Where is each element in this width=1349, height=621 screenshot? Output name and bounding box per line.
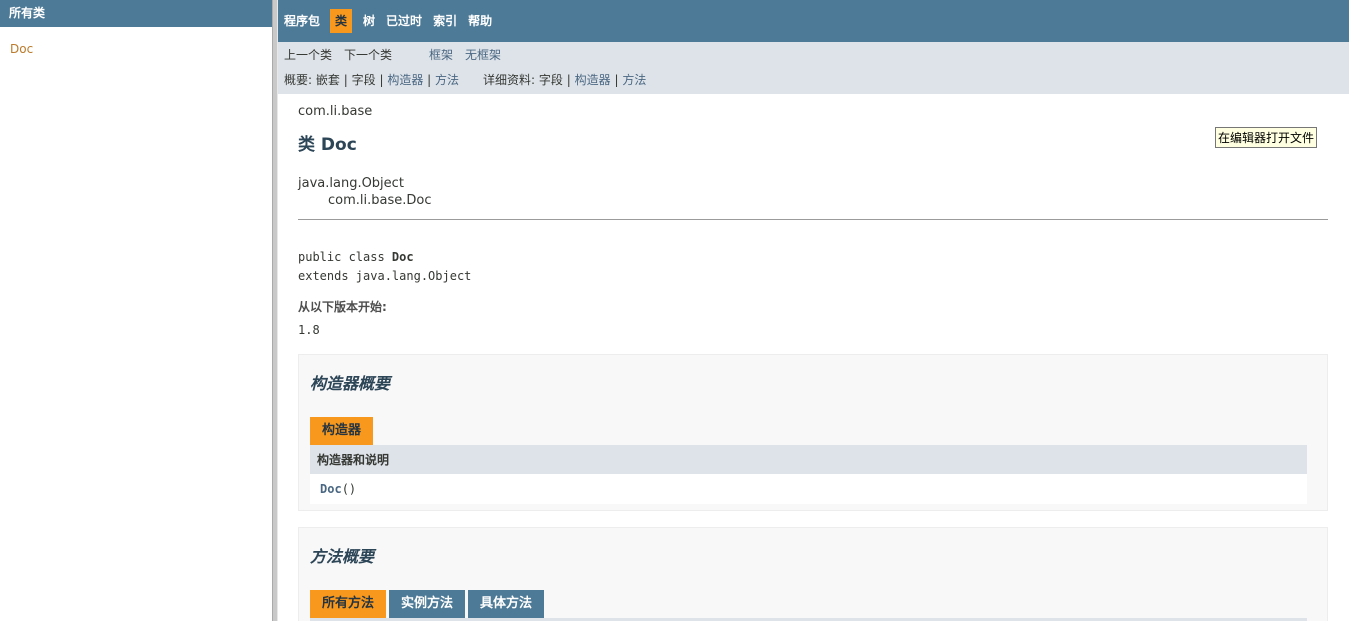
open-in-editor-tooltip: 在编辑器打开文件 xyxy=(1215,127,1318,148)
method-tabs: 所有方法 实例方法 具体方法 xyxy=(310,590,1307,618)
table-row: Doc() xyxy=(310,474,1307,504)
detail-constructor-link[interactable]: 构造器 xyxy=(575,68,611,94)
constructor-summary-heading: 构造器概要 xyxy=(310,374,391,393)
next-class-link[interactable]: 下一个类 xyxy=(344,42,392,68)
sub-nav-row-1: 上一个类 下一个类 框架 无框架 xyxy=(284,42,1349,68)
all-classes-header: 所有类 xyxy=(0,0,272,27)
frames-link[interactable]: 框架 xyxy=(429,42,453,68)
constructor-link-doc[interactable]: Doc xyxy=(320,482,342,496)
class-frame: 程序包 类 树 已过时 索引 帮助 上一个类 下一个类 框架 无框架 概要: 嵌… xyxy=(278,0,1349,621)
constructor-tabs: 构造器 xyxy=(310,417,1307,445)
method-summary-heading: 方法概要 xyxy=(310,547,375,566)
signature-class-name: Doc xyxy=(391,250,414,264)
inheritance-parent: java.lang.Object xyxy=(298,176,404,191)
signature-prefix: public class xyxy=(298,250,392,264)
summary-constructor-link[interactable]: 构造器 xyxy=(387,68,423,94)
page-title: 类 Doc xyxy=(298,135,357,155)
summary-field: 字段 xyxy=(351,73,376,87)
since-label: 从以下版本开始: xyxy=(298,300,387,314)
nav-package[interactable]: 程序包 xyxy=(284,11,320,31)
since-value: 1.8 xyxy=(298,323,320,337)
nav-class[interactable]: 类 xyxy=(330,9,353,33)
detail-label: 详细资料: xyxy=(483,73,536,87)
summary-method-link[interactable]: 方法 xyxy=(435,68,459,94)
package-label: com.li.base xyxy=(298,104,373,119)
nav-deprecated[interactable]: 已过时 xyxy=(386,11,422,31)
prev-class-link[interactable]: 上一个类 xyxy=(284,42,332,68)
nav-help[interactable]: 帮助 xyxy=(468,11,492,31)
summary-nested: 嵌套 xyxy=(315,73,340,87)
nav-tree[interactable]: 树 xyxy=(363,11,375,31)
constructor-summary: 构造器概要 构造器 构造器和说明 Doc() xyxy=(298,354,1328,511)
tab-concrete-methods[interactable]: 具体方法 xyxy=(468,590,545,618)
separator: | xyxy=(427,73,432,87)
constructor-table-header: 构造器和说明 xyxy=(310,445,1307,474)
separator: | xyxy=(343,73,348,87)
summary-label: 概要: xyxy=(284,73,313,87)
top-nav-bar: 程序包 类 树 已过时 索引 帮助 xyxy=(278,0,1349,42)
separator: | xyxy=(566,73,571,87)
signature-extends: extends java.lang.Object xyxy=(298,269,472,283)
class-list: Doc xyxy=(0,27,272,57)
tab-instance-methods[interactable]: 实例方法 xyxy=(389,590,466,618)
sub-nav-bar: 上一个类 下一个类 框架 无框架 概要: 嵌套 | 字段 | 构造器 | 方法 … xyxy=(278,42,1349,94)
constructor-args: () xyxy=(341,482,357,496)
class-link-doc[interactable]: Doc xyxy=(10,42,33,56)
inheritance-tree: java.lang.Object com.li.base.Doc xyxy=(298,175,1329,209)
tab-constructors[interactable]: 构造器 xyxy=(310,417,374,445)
signature-line-1: public class Doc xyxy=(298,248,1329,267)
method-summary: 方法概要 所有方法 实例方法 具体方法 xyxy=(298,527,1328,621)
inheritance-child: com.li.base.Doc xyxy=(328,193,432,208)
class-content: 在编辑器打开文件 com.li.base 类 Doc java.lang.Obj… xyxy=(278,104,1349,621)
sub-nav-row-2: 概要: 嵌套 | 字段 | 构造器 | 方法 详细资料: 字段 | 构造器 | … xyxy=(284,68,1349,94)
class-signature: public class Doc extends java.lang.Objec… xyxy=(298,248,1329,286)
separator: | xyxy=(614,73,619,87)
detail-field: 字段 xyxy=(538,73,563,87)
no-frames-link[interactable]: 无框架 xyxy=(465,42,501,68)
all-classes-frame: 所有类 Doc xyxy=(0,0,272,621)
divider-line xyxy=(298,219,1328,220)
nav-index[interactable]: 索引 xyxy=(433,11,457,31)
separator: | xyxy=(379,73,384,87)
tab-all-methods[interactable]: 所有方法 xyxy=(310,590,387,618)
detail-method-link[interactable]: 方法 xyxy=(622,68,646,94)
javadoc-window: 所有类 Doc 程序包 类 树 已过时 索引 帮助 上一个类 下一个类 框架 无… xyxy=(0,0,1349,621)
